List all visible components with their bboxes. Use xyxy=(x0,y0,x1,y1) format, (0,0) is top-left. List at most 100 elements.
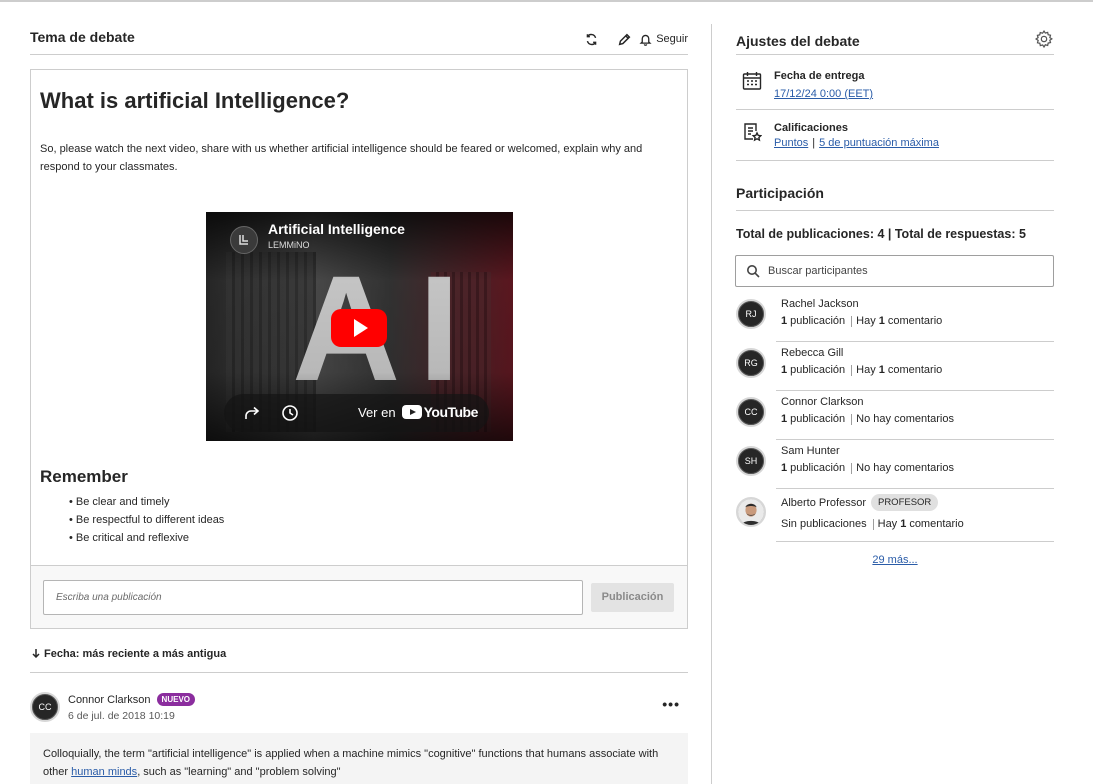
participant-row[interactable]: SH Sam Hunter 1 publicación No hay comenta… xyxy=(736,440,1054,489)
more-options-icon[interactable]: ••• xyxy=(662,697,680,711)
posts-count: 1 xyxy=(781,462,788,474)
play-button-icon[interactable] xyxy=(331,309,387,347)
participant-list: RJ Rachel Jackson 1 publicación Hay 1 coment… xyxy=(736,293,1054,542)
comments-count: 1 xyxy=(900,518,907,530)
settings-title: Ajustes del debate xyxy=(736,33,860,49)
stats-divider xyxy=(851,462,853,474)
stats-divider xyxy=(851,315,853,327)
due-date-value: 17/12/24 0:00 (EET) xyxy=(774,88,873,100)
topic-actions: Seguir xyxy=(582,30,688,48)
grades-value: Puntos | 5 de puntuación máxima xyxy=(774,137,939,149)
participant-row[interactable]: RG Rebecca Gill 1 publicación Hay 1 comentar… xyxy=(736,342,1054,391)
post-input[interactable]: Escriba una publicación xyxy=(43,579,583,615)
reply-date: 6 de jul. de 2018 10:19 xyxy=(68,710,175,722)
embedded-video[interactable]: AI Artificial Intelligence LEMMiNO Ver e… xyxy=(206,212,513,441)
comments-label: comentario xyxy=(909,518,964,530)
top-border xyxy=(0,0,1093,2)
due-date-setting: Fecha de entrega 17/12/24 0:00 (EET) xyxy=(736,55,1054,110)
posts-label: publicación xyxy=(790,364,846,376)
participant-search-input[interactable]: Buscar participantes xyxy=(735,255,1054,287)
channel-logo-icon[interactable] xyxy=(230,226,258,254)
participant-stats: 1 publicación Hay 1 comentario xyxy=(781,315,942,327)
participant-info: Rachel Jackson 1 publicación Hay 1 comentari… xyxy=(776,293,1054,342)
edit-pencil-icon[interactable] xyxy=(615,30,633,48)
refresh-icon[interactable] xyxy=(582,30,600,48)
posts-count: 1 xyxy=(781,315,788,327)
grades-icon xyxy=(742,122,763,142)
search-placeholder: Buscar participantes xyxy=(768,265,868,277)
grades-setting: Calificaciones Puntos | 5 de puntuación má… xyxy=(736,110,1054,161)
participant-name[interactable]: Alberto Professor xyxy=(781,497,866,509)
participant-row[interactable]: Alberto Professor PROFESOR Sin publicacio… xyxy=(736,489,1054,542)
participation-title: Participación xyxy=(736,185,824,201)
reply-link[interactable]: human minds xyxy=(71,766,137,778)
due-date-link[interactable]: 17/12/24 0:00 (EET) xyxy=(774,88,873,100)
avatar: CC xyxy=(736,397,766,427)
search-icon xyxy=(746,264,760,278)
calendar-icon xyxy=(742,71,762,91)
watch-on-youtube-link[interactable]: Ver en YouTube xyxy=(358,404,478,420)
reply-text-end: , such as "learning" and "problem solvin… xyxy=(137,766,341,778)
participant-info: Connor Clarkson 1 publicación No hay comen… xyxy=(776,391,1054,440)
participant-stats: Sin publicaciones Hay 1 comentario xyxy=(781,518,964,530)
comments-prefix: Hay xyxy=(856,315,876,327)
watch-later-clock-icon[interactable] xyxy=(280,403,300,423)
participant-name[interactable]: Rebecca Gill xyxy=(781,347,843,359)
sort-dropdown[interactable]: Fecha: más reciente a más antigua xyxy=(30,648,688,673)
posts-text: Sin publicaciones xyxy=(781,518,867,530)
professor-badge: PROFESOR xyxy=(870,494,939,511)
post-submit-button[interactable]: Publicación xyxy=(591,582,674,612)
participant-info: Rebecca Gill 1 publicación Hay 1 comentario xyxy=(776,342,1054,391)
grades-separator: | xyxy=(812,137,816,149)
posts-count: 1 xyxy=(781,364,788,376)
grades-max-link[interactable]: 5 de puntuación máxima xyxy=(819,137,939,149)
participant-name[interactable]: Rachel Jackson xyxy=(781,298,859,310)
sort-arrow-icon xyxy=(32,648,40,661)
follow-label: Seguir xyxy=(656,33,688,45)
participant-info: Alberto Professor PROFESOR Sin publicacio… xyxy=(776,489,1054,542)
posts-count: 1 xyxy=(781,413,788,425)
participant-info: Sam Hunter 1 publicación No hay comentario… xyxy=(776,440,1054,489)
avatar: SH xyxy=(736,446,766,476)
remember-item: Be critical and reflexive xyxy=(69,529,678,547)
settings-header: Ajustes del debate xyxy=(736,28,1054,55)
video-channel: LEMMiNO xyxy=(268,240,310,250)
comments-label: comentario xyxy=(887,315,943,327)
youtube-wordmark: YouTube xyxy=(423,404,479,420)
participant-name[interactable]: Connor Clarkson xyxy=(781,396,864,408)
avatar: RJ xyxy=(736,299,766,329)
reply-author-line: Connor Clarkson NUEVO xyxy=(68,693,195,706)
grades-type-link[interactable]: Puntos xyxy=(774,137,808,149)
posts-label: publicación xyxy=(790,315,846,327)
topic-box: What is artificial Intelligence? So, ple… xyxy=(30,69,688,629)
share-icon[interactable] xyxy=(242,403,262,423)
participant-name[interactable]: Sam Hunter xyxy=(781,445,840,457)
topic-title: What is artificial Intelligence? xyxy=(40,88,350,113)
remember-list: Be clear and timely Be respectful to dif… xyxy=(40,493,678,547)
grades-label: Calificaciones xyxy=(774,122,848,134)
column-divider xyxy=(711,24,712,784)
participant-row[interactable]: CC Connor Clarkson 1 publicación No hay co… xyxy=(736,391,1054,440)
video-title[interactable]: Artificial Intelligence xyxy=(268,221,405,237)
watch-on-label: Ver en xyxy=(358,404,396,420)
topic-description: So, please watch the next video, share w… xyxy=(40,143,643,173)
follow-button[interactable]: Seguir xyxy=(639,33,688,46)
reply-body: Colloquially, the term "artificial intel… xyxy=(30,733,688,784)
reply-author[interactable]: Connor Clarkson xyxy=(68,694,151,706)
comments-label: comentario xyxy=(887,364,943,376)
post-composer: Escriba una publicación Publicación xyxy=(31,565,687,628)
more-participants-link[interactable]: 29 más... xyxy=(736,554,1054,566)
professor-photo-avatar xyxy=(736,497,766,527)
avatar[interactable]: CC xyxy=(30,692,60,722)
topic-column: Tema de debate Seguir What is artificial… xyxy=(30,24,688,784)
remember-item: Be respectful to different ideas xyxy=(69,511,678,529)
topic-header: Tema de debate Seguir xyxy=(30,24,688,55)
participant-row[interactable]: RJ Rachel Jackson 1 publicación Hay 1 coment… xyxy=(736,293,1054,342)
gear-icon[interactable] xyxy=(1034,29,1054,49)
posts-label: publicación xyxy=(790,462,846,474)
due-date-label: Fecha de entrega xyxy=(774,70,865,82)
youtube-logo-icon xyxy=(401,405,422,419)
avatar: RG xyxy=(736,348,766,378)
bell-icon xyxy=(639,34,652,46)
participant-stats: 1 publicación No hay comentarios xyxy=(781,462,954,474)
